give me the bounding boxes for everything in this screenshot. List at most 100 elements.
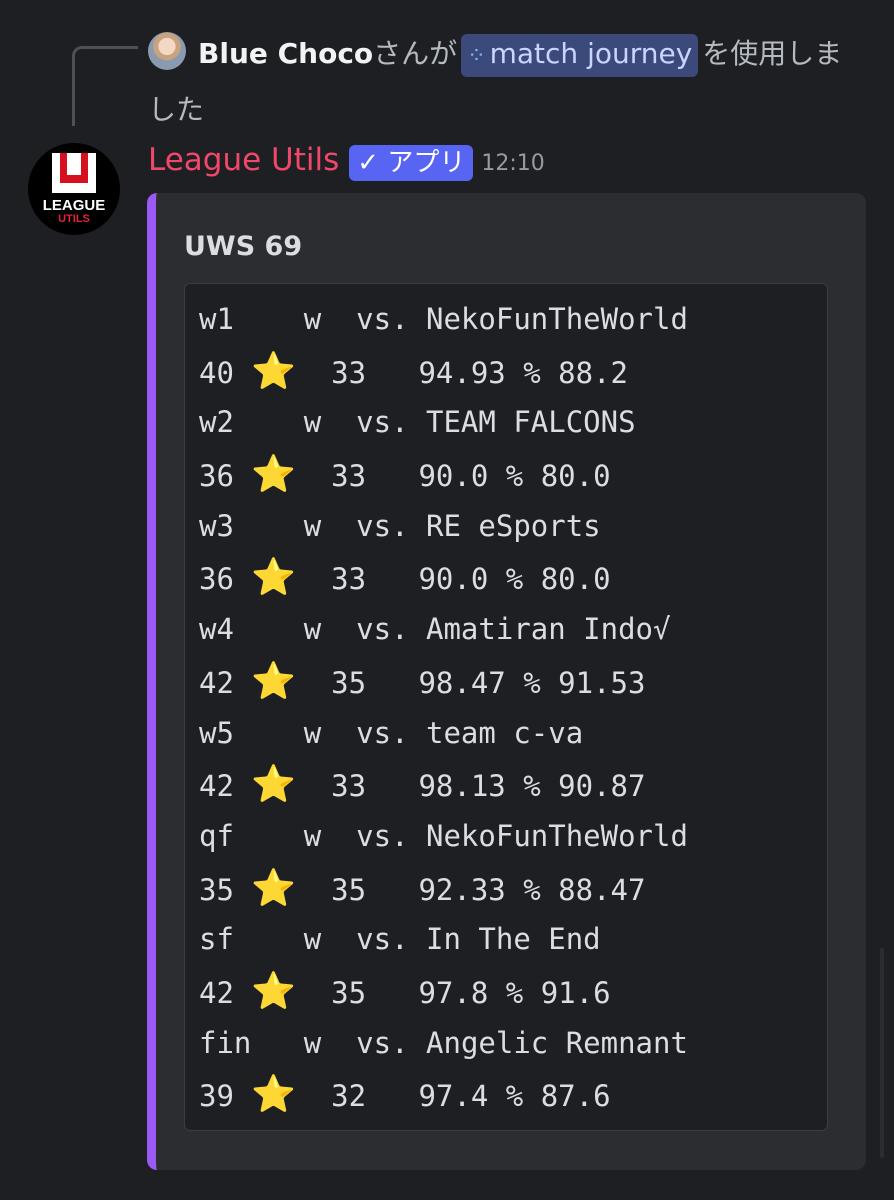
stats-row: 36 ⭐ 33 90.0 % 80.0 [199,552,688,604]
score-value: 36 [199,459,234,494]
stats-row: 42 ⭐ 33 98.13 % 90.87 [199,759,688,811]
match-row: w3 w vs. RE eSports [199,501,688,553]
match-result: w [303,1025,322,1060]
second-value: 35 [331,665,367,700]
verified-check-icon: ✓ [357,147,380,178]
match-row: qf w vs. NekoFunTheWorld [199,811,688,863]
vs-label: vs. [356,612,409,647]
percentage-value: 98.47 % [418,665,541,700]
code-block-content: w1 w vs. NekoFunTheWorld 40 ⭐ 33 94.93 % … [199,294,688,1121]
rating-value: 80.0 [540,459,611,494]
vs-label: vs. [356,715,409,750]
reply-connector [72,46,138,126]
round-label: w4 [199,612,234,647]
opponent-name: RE eSports [426,508,601,543]
round-label: w1 [199,302,234,336]
rating-value: 88.47 [558,872,646,907]
opponent-name: NekoFunTheWorld [426,302,688,336]
command-reply-header: Blue Chocoさんが ⁘ match journey を使用しました [148,26,868,138]
star-icon: ⭐ [251,350,297,392]
match-result: w [303,922,322,957]
round-label: w2 [199,405,234,440]
scrollbar[interactable] [880,948,884,1158]
stats-row: 35 ⭐ 35 92.33 % 88.47 [199,863,688,915]
round-label: w5 [199,715,234,750]
round-label: fin [199,1025,252,1060]
slash-command-icon: ⁘ [467,44,486,69]
logo-text-utils: UTILS [58,213,90,225]
rating-value: 80.0 [540,562,611,597]
match-result: w [303,405,322,440]
league-utils-logo [52,153,96,193]
stats-row: 42 ⭐ 35 98.47 % 91.53 [199,656,688,708]
user-avatar[interactable] [148,32,186,70]
stats-row: 42 ⭐ 35 97.8 % 91.6 [199,966,688,1018]
opponent-name: TEAM FALCONS [426,405,636,440]
star-icon: ⭐ [251,557,297,599]
stats-row: 39 ⭐ 32 97.4 % 87.6 [199,1069,688,1121]
bot-username[interactable]: League Utils [148,142,339,178]
star-icon: ⭐ [251,454,297,496]
second-value: 32 [331,1079,367,1114]
second-value: 33 [331,355,367,390]
match-row: w4 w vs. Amatiran Indo√ [199,604,688,656]
logo-text-league: LEAGUE [42,197,106,214]
percentage-value: 90.0 % [418,459,524,494]
opponent-name: NekoFunTheWorld [426,818,688,853]
reply-prefix: さんが [373,37,458,70]
percentage-value: 94.93 % [418,355,541,390]
round-label: qf [199,818,234,853]
message-embed: UWS 69 w1 w vs. NekoFunTheWorld 40 ⭐ 33 9… [147,193,866,1170]
opponent-name: Amatiran Indo√ [426,612,671,647]
vs-label: vs. [356,508,409,543]
score-value: 42 [199,665,234,700]
stats-row: 36 ⭐ 33 90.0 % 80.0 [199,449,688,501]
embed-title: UWS 69 [184,231,303,262]
vs-label: vs. [356,1025,409,1060]
percentage-value: 92.33 % [418,872,541,907]
match-row: w2 w vs. TEAM FALCONS [199,397,688,449]
match-row: fin w vs. Angelic Remnant [199,1018,688,1070]
vs-label: vs. [356,922,409,957]
second-value: 33 [331,459,367,494]
code-block: w1 w vs. NekoFunTheWorld 40 ⭐ 33 94.93 % … [184,283,828,1131]
opponent-name: In The End [426,922,601,957]
rating-value: 91.53 [558,665,646,700]
match-result: w [303,818,322,853]
match-row: w5 w vs. team c-va [199,708,688,760]
second-value: 35 [331,975,367,1010]
vs-label: vs. [356,818,409,853]
round-label: w3 [199,508,234,543]
rating-value: 88.2 [558,355,628,390]
stats-row: 40 ⭐ 33 94.93 % 88.2 [199,346,688,398]
reply-username[interactable]: Blue Choco [198,37,373,70]
rating-value: 87.6 [540,1079,611,1114]
score-value: 40 [199,355,234,390]
score-value: 35 [199,872,234,907]
match-row: sf w vs. In The End [199,914,688,966]
opponent-name: team c-va [426,715,584,750]
match-result: w [303,302,322,336]
app-badge-label: アプリ [387,147,466,178]
star-icon: ⭐ [251,1074,297,1116]
rating-value: 91.6 [540,975,611,1010]
match-row: w1 w vs. NekoFunTheWorld [199,294,688,346]
message-timestamp[interactable]: 12:10 [481,151,544,176]
score-value: 42 [199,769,234,804]
command-mention[interactable]: ⁘ match journey [461,34,699,77]
bot-avatar[interactable]: LEAGUE UTILS [28,143,120,235]
star-icon: ⭐ [251,867,297,909]
command-name: match journey [489,37,693,70]
second-value: 33 [331,769,367,804]
star-icon: ⭐ [251,764,297,806]
percentage-value: 97.4 % [418,1079,524,1114]
star-icon: ⭐ [251,660,297,702]
vs-label: vs. [356,302,409,336]
score-value: 39 [199,1079,234,1114]
percentage-value: 90.0 % [418,562,524,597]
second-value: 35 [331,872,367,907]
star-icon: ⭐ [251,970,297,1012]
vs-label: vs. [356,405,409,440]
app-badge: ✓ アプリ [349,144,474,181]
round-label: sf [199,922,234,957]
